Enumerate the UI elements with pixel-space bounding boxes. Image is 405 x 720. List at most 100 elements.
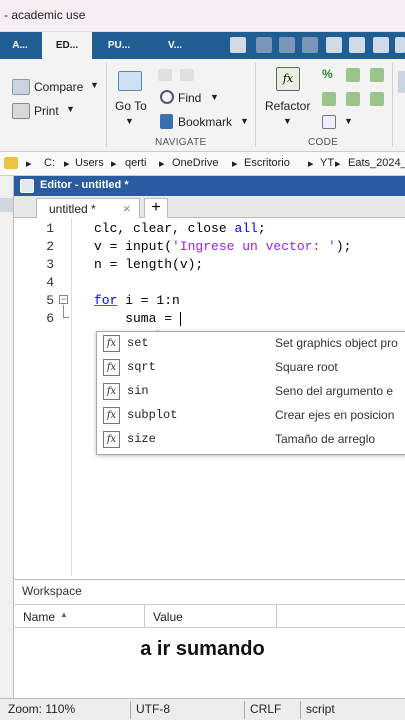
sort-asc-icon[interactable]: ▲: [60, 610, 68, 619]
tab-publish[interactable]: PU...: [94, 32, 144, 59]
suggestion-description: Seno del argumento e: [275, 384, 394, 398]
cut-icon[interactable]: [256, 37, 272, 53]
chevron-down-icon[interactable]: ▼: [344, 116, 353, 126]
bookmark-button[interactable]: Bookmark: [178, 115, 232, 129]
redo-icon[interactable]: [349, 37, 365, 53]
ribbon-separator: [106, 63, 107, 147]
autocomplete-item[interactable]: fx sqrt Square root: [97, 356, 405, 380]
autocomplete-item[interactable]: fx size Tamaño de arreglo: [97, 428, 405, 452]
uncomment-icon[interactable]: [346, 68, 360, 82]
forward-arrow-icon[interactable]: [180, 69, 194, 81]
code-line-5: for i = 1:n: [94, 293, 180, 308]
save-icon[interactable]: [230, 37, 246, 53]
ribbon-tab-strip: A... ED... PU... V...: [0, 32, 405, 59]
refactor-button[interactable]: Refactor: [265, 99, 310, 113]
close-icon[interactable]: ×: [123, 201, 131, 216]
path-segment[interactable]: Users: [75, 157, 104, 169]
autocomplete-item[interactable]: fx set Set graphics object pro: [97, 332, 405, 356]
tab-view[interactable]: V...: [150, 32, 200, 59]
help-icon[interactable]: [395, 37, 405, 53]
path-segment[interactable]: Escritorio: [244, 157, 290, 169]
chevron-down-icon[interactable]: ▼: [283, 116, 292, 126]
fold-line: [63, 305, 64, 317]
tab-apps[interactable]: A...: [0, 32, 40, 59]
line-number: 2: [46, 239, 54, 254]
path-segment[interactable]: qerti: [125, 157, 146, 169]
chevron-down-icon[interactable]: ▼: [240, 116, 249, 126]
print-button[interactable]: Print: [34, 104, 59, 118]
line-number: 4: [46, 275, 54, 290]
column-header-name[interactable]: Name: [23, 610, 55, 624]
file-type: script: [306, 702, 335, 716]
function-icon: fx: [103, 335, 120, 352]
chevron-down-icon[interactable]: ▼: [210, 92, 219, 102]
status-divider: [244, 701, 245, 719]
column-divider[interactable]: [144, 605, 145, 627]
status-divider: [130, 701, 131, 719]
goto-icon: [118, 71, 142, 91]
fold-line: [63, 317, 69, 318]
column-divider[interactable]: [276, 605, 277, 627]
line-number: 3: [46, 257, 54, 272]
line-number: 6: [46, 311, 54, 326]
panel-scroll-handle[interactable]: [0, 198, 13, 212]
autocomplete-popup: fx set Set graphics object pro fx sqrt S…: [96, 331, 405, 455]
decrease-indent-icon[interactable]: [370, 92, 384, 106]
chevron-down-icon[interactable]: ▼: [66, 104, 75, 114]
tab-untitled[interactable]: untitled * ×: [36, 198, 140, 218]
path-segment[interactable]: Eats_2024_(: [348, 157, 405, 169]
path-separator: ▸: [335, 158, 341, 170]
column-header-value[interactable]: Value: [153, 610, 183, 624]
tab-untitled-label: untitled *: [49, 202, 96, 216]
path-segment[interactable]: C:: [44, 157, 55, 169]
navigate-section-label: NAVIGATE: [155, 137, 207, 148]
status-bar: Zoom: 110% UTF-8 CRLF script: [0, 698, 405, 720]
new-tab-button[interactable]: +: [144, 198, 168, 218]
refactor-icon: fx: [276, 67, 300, 91]
editor-title: Editor - untitled *: [40, 179, 129, 191]
line-number: 5: [46, 293, 54, 308]
indent-icon[interactable]: [322, 92, 336, 106]
path-separator: ▸: [111, 158, 117, 170]
print-icon: [12, 103, 30, 119]
back-arrow-icon[interactable]: [158, 69, 172, 81]
suggestion-description: Tamaño de arreglo: [275, 432, 376, 446]
function-icon: fx: [103, 407, 120, 424]
compare-button[interactable]: Compare: [34, 80, 83, 94]
current-folder-panel-collapsed[interactable]: [0, 176, 14, 698]
run-icon[interactable]: [398, 71, 405, 93]
wrap-comments-icon[interactable]: [370, 68, 384, 82]
zoom-level: Zoom: 110%: [8, 702, 76, 716]
ribbon: Compare ▼ Print ▼ Go To ▼ Find ▼ Bookmar…: [0, 59, 405, 152]
find-button[interactable]: Find: [178, 91, 201, 105]
comment-icon[interactable]: %: [322, 67, 333, 81]
tab-editor[interactable]: ED...: [42, 32, 92, 59]
undo-icon[interactable]: [326, 37, 342, 53]
path-separator: ▸: [64, 158, 70, 170]
find-icon: [160, 90, 174, 104]
folder-icon: [4, 157, 18, 169]
increase-indent-icon[interactable]: [346, 92, 360, 106]
switch-windows-icon[interactable]: [373, 37, 389, 53]
fold-toggle-icon[interactable]: −: [59, 295, 68, 304]
bookmark-icon: [160, 114, 173, 129]
address-bar[interactable]: ▸ C: ▸ Users ▸ qerti ▸ OneDrive ▸ Escrit…: [0, 152, 405, 176]
chevron-down-icon[interactable]: ▼: [90, 80, 99, 90]
workspace-table-header: Name ▲ Value: [14, 604, 405, 628]
line-ending: CRLF: [250, 702, 282, 716]
function-icon: fx: [103, 431, 120, 448]
paste-icon[interactable]: [302, 37, 318, 53]
path-segment[interactable]: YT: [320, 157, 334, 169]
code-line-1: clc, clear, close all;: [94, 221, 266, 236]
goto-button[interactable]: Go To: [115, 99, 147, 113]
line-gutter: 1 2 3 4 5 6 −: [14, 218, 72, 576]
path-segment[interactable]: OneDrive: [172, 157, 218, 169]
status-divider: [300, 701, 301, 719]
function-browser-icon[interactable]: [322, 115, 336, 129]
autocomplete-item[interactable]: fx subplot Crear ejes en posicion: [97, 404, 405, 428]
suggestion-description: Set graphics object pro: [275, 336, 398, 350]
autocomplete-item[interactable]: fx sin Seno del argumento e: [97, 380, 405, 404]
chevron-down-icon[interactable]: ▼: [125, 116, 134, 126]
copy-icon[interactable]: [279, 37, 295, 53]
path-separator: ▸: [159, 158, 165, 170]
